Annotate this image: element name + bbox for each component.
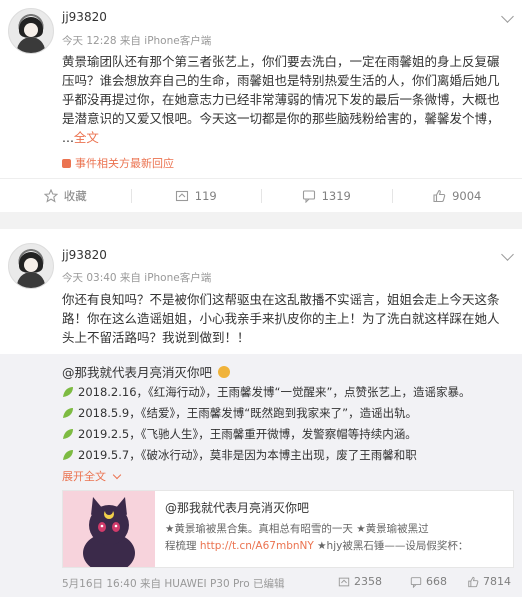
expand-full-text-link[interactable]: 展开全文: [62, 468, 121, 484]
post-text: 你还有良知吗？不是被你们这帮驱虫在这乱散播不实谣言，姐姐会走上今天这条 路！你在…: [62, 290, 506, 347]
event-link[interactable]: 事件相关方最新回应: [62, 155, 174, 171]
chevron-down-icon: [112, 470, 121, 480]
repost-count: 2358: [354, 575, 382, 588]
favorite-label: 收藏: [63, 189, 87, 203]
quoted-title: @那我就代表月亮消灭你吧: [165, 501, 310, 515]
full-text-link[interactable]: 全文: [74, 130, 99, 145]
event-icon: [62, 159, 71, 168]
favorite-button[interactable]: 收藏: [0, 179, 131, 213]
weibo-post-card: jj93820 今天 03:40 来自 iPhone客户端 你还有良知吗？不是被…: [0, 229, 522, 597]
repost-meta: 5月16日 16:40 来自 HUAWEI P30 Pro 已编辑: [62, 578, 285, 590]
ellipsis: ...: [62, 130, 74, 145]
text-line: 路！你在这么造谣姐姐，小心我亲手来扒皮你的主上！为了洗白就这样踩在她人: [62, 311, 500, 326]
comment-button[interactable]: 1319: [261, 179, 392, 213]
repost-box[interactable]: @那我就代表月亮消灭你吧 2018.2.16，《红海行动》，王雨馨发博“一觉醒来…: [0, 354, 522, 597]
repost-like-button[interactable]: 7814: [467, 575, 511, 588]
repost-count: 119: [194, 189, 217, 203]
repost-line-text: 2018.5.9，《结爱》，王雨馨发博“既然跑到我家来了”，造谣出轨。: [78, 406, 418, 420]
quoted-link[interactable]: http://t.cn/A67mbnNY: [200, 540, 314, 552]
luna-cat-thumbnail: [63, 491, 155, 567]
username[interactable]: jj93820: [62, 10, 107, 24]
chevron-down-icon[interactable]: [501, 248, 514, 261]
comment-icon: [302, 190, 315, 203]
leaf-icon: [63, 387, 73, 397]
quoted-desc-text: ★hjy被黑石锤——设局假奖杯：: [313, 540, 469, 552]
like-count: 7814: [483, 575, 511, 588]
repost-line-text: 2019.2.5，《飞驰人生》，王雨馨重开微博，发警察帽等持续内涵。: [78, 427, 417, 441]
leaf-icon: [63, 450, 73, 460]
user-avatar[interactable]: [8, 8, 54, 54]
quoted-desc-line: ★黄景瑜被黑合集。真相总有昭雪的一天 ★黄景瑜被黑过: [165, 523, 429, 535]
action-bar: 收藏 119 1319 9004: [0, 178, 522, 213]
leaf-icon: [63, 408, 73, 418]
text-line: 是潜意识的又爱又恨吧。今天这一切都是你的那些脑残粉给害的，馨馨发个博，: [62, 111, 500, 126]
text-line: 头上不留活路吗？我说到做到！！: [62, 330, 250, 345]
repost-line-text: 2019.5.7，《破冰行动》，莫非是因为本博主出现，废了王雨馨和职: [78, 448, 417, 462]
quoted-desc-text: 程梳理: [165, 540, 200, 552]
repost-line: 2019.5.7，《破冰行动》，莫非是因为本博主出现，废了王雨馨和职: [62, 447, 512, 463]
post-meta: 今天 03:40 来自 iPhone客户端: [62, 272, 212, 284]
repost-comment-button[interactable]: 668: [410, 575, 447, 588]
text-line: 黄景瑜团队还有那个第三者张艺上，你们要去洗白，一定在雨馨姐的身上反复碾: [62, 54, 500, 69]
repost-footer: 5月16日 16:40 来自 HUAWEI P30 Pro 已编辑 2358 6…: [62, 572, 512, 592]
thumbs-up-icon: [433, 189, 446, 203]
moon-emoji-icon: [218, 366, 230, 378]
repost-author-name: @那我就代表月亮消灭你吧: [62, 365, 213, 380]
repost-button[interactable]: 119: [130, 179, 262, 213]
weibo-post-card: jj93820 今天 12:28 来自 iPhone客户端 黄景瑜团队还有那个第…: [0, 0, 522, 212]
chevron-down-icon[interactable]: [501, 10, 514, 23]
username[interactable]: jj93820: [62, 248, 107, 262]
text-line: 乎都没再提过你，在她意志力已经非常薄弱的情况下发的最后一条微博，大概也: [62, 92, 500, 107]
repost-icon: [175, 190, 188, 202]
repost-author[interactable]: @那我就代表月亮消灭你吧: [62, 362, 230, 381]
event-label: 事件相关方最新回应: [75, 157, 174, 170]
quoted-description: ★黄景瑜被黑合集。真相总有昭雪的一天 ★黄景瑜被黑过 程梳理 http://t.…: [165, 521, 505, 555]
text-line: 压吗？谁会想放弃自己的生命，雨馨姐也是特别热爱生活的人，你们离婚后她几: [62, 73, 500, 88]
repost-line: 2018.2.16，《红海行动》，王雨馨发博“一觉醒来”，点赞张艺上，造谣家暴。: [62, 384, 512, 400]
post-meta: 今天 12:28 来自 iPhone客户端: [62, 35, 212, 47]
expand-label: 展开全文: [62, 470, 106, 483]
comment-icon: [410, 576, 422, 588]
repost-line: 2018.5.9，《结爱》，王雨馨发博“既然跑到我家来了”，造谣出轨。: [62, 405, 512, 421]
text-line: 你还有良知吗？不是被你们这帮驱虫在这乱散播不实谣言，姐姐会走上今天这条: [62, 292, 500, 307]
quoted-card[interactable]: @那我就代表月亮消灭你吧 ★黄景瑜被黑合集。真相总有昭雪的一天 ★黄景瑜被黑过 …: [62, 490, 514, 568]
post-text: 黄景瑜团队还有那个第三者张艺上，你们要去洗白，一定在雨馨姐的身上反复碾 压吗？谁…: [62, 52, 506, 147]
user-avatar[interactable]: [8, 243, 54, 289]
thumbs-up-icon: [468, 576, 479, 587]
repost-line: 2019.2.5，《飞驰人生》，王雨馨重开微博，发警察帽等持续内涵。: [62, 426, 512, 442]
star-icon: [43, 189, 58, 203]
repost-repost-button[interactable]: 2358: [338, 575, 382, 588]
repost-line-text: 2018.2.16，《红海行动》，王雨馨发博“一觉醒来”，点赞张艺上，造谣家暴。: [78, 385, 471, 399]
like-count: 9004: [452, 189, 482, 203]
leaf-icon: [63, 429, 73, 439]
comment-count: 668: [426, 575, 447, 588]
comment-count: 1319: [321, 189, 351, 203]
repost-icon: [338, 577, 350, 586]
like-button[interactable]: 9004: [391, 179, 522, 213]
